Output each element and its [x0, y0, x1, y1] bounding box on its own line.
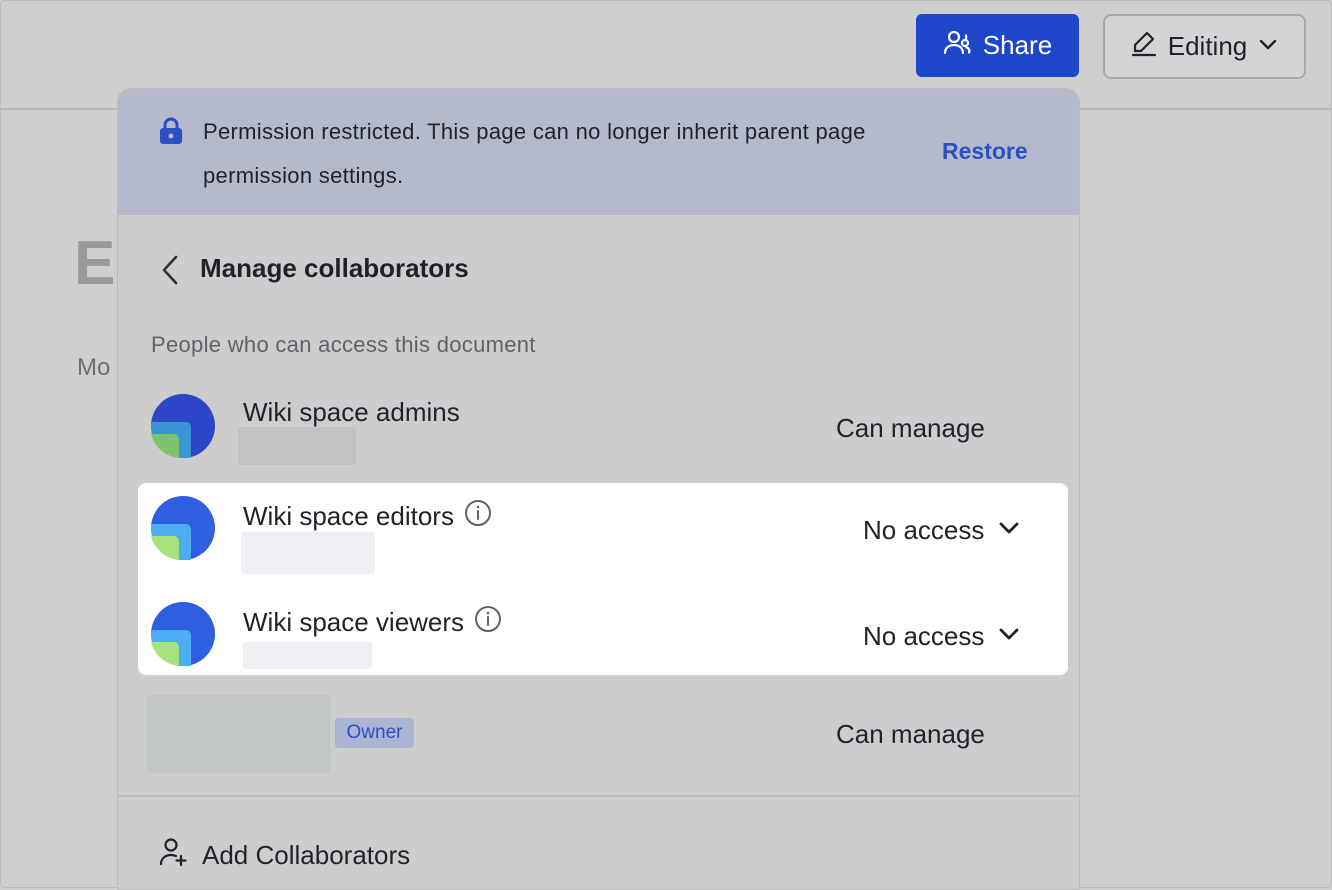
- panel-title: Manage collaborators: [200, 253, 469, 283]
- add-collaborators-button[interactable]: Add Collaborators: [158, 837, 410, 874]
- add-collaborators-label: Add Collaborators: [202, 840, 411, 870]
- editing-mode-dropdown[interactable]: Editing: [1103, 14, 1306, 79]
- redacted-owner: [147, 695, 330, 773]
- redacted-info: [243, 642, 372, 669]
- section-label: People who can access this document: [151, 332, 536, 357]
- owner-badge: Owner: [335, 718, 414, 748]
- background-text: Mo: [77, 354, 111, 381]
- redacted-info: [238, 427, 356, 465]
- chevron-down-icon: [998, 515, 1020, 546]
- group-avatar: [151, 602, 215, 666]
- pencil-icon: [1130, 29, 1158, 64]
- permission-banner: Permission restricted. This page can no …: [118, 89, 1079, 215]
- permission-label: Can manage: [836, 719, 985, 749]
- collaborator-name-text: Wiki space viewers: [243, 607, 465, 637]
- users-icon: [943, 29, 973, 62]
- chevron-down-icon: [998, 621, 1020, 652]
- collaborator-name-text: Wiki space admins: [243, 397, 460, 427]
- collaborator-name: Wiki space viewers: [243, 605, 502, 640]
- editing-label: Editing: [1167, 31, 1248, 61]
- add-user-icon: [158, 837, 188, 874]
- collaborator-name-text: Wiki space editors: [243, 501, 454, 531]
- banner-message: Permission restricted. This page can no …: [203, 119, 866, 188]
- collaborators-panel: Permission restricted. This page can no …: [117, 88, 1080, 890]
- permission-value: No access: [863, 515, 985, 545]
- share-label: Share: [982, 30, 1053, 60]
- info-icon[interactable]: [464, 499, 492, 534]
- info-icon[interactable]: [474, 605, 502, 640]
- collaborator-name: Wiki space editors: [243, 499, 492, 534]
- share-button[interactable]: Share: [916, 14, 1079, 77]
- group-avatar: [151, 394, 215, 458]
- chevron-down-icon: [1257, 31, 1279, 62]
- restore-link[interactable]: Restore: [942, 138, 1028, 165]
- group-avatar: [151, 496, 215, 560]
- collaborator-name: Wiki space admins: [243, 397, 460, 428]
- permission-dropdown[interactable]: No access: [863, 515, 1020, 546]
- permission-label: Can manage: [836, 413, 985, 443]
- background-heading: E: [74, 229, 116, 298]
- footer-divider: [118, 795, 1079, 797]
- back-chevron-icon[interactable]: [160, 254, 182, 291]
- permission-value: No access: [863, 621, 985, 651]
- permission-dropdown[interactable]: No access: [863, 621, 1020, 652]
- lock-icon: [158, 117, 184, 150]
- redacted-info: [241, 532, 375, 574]
